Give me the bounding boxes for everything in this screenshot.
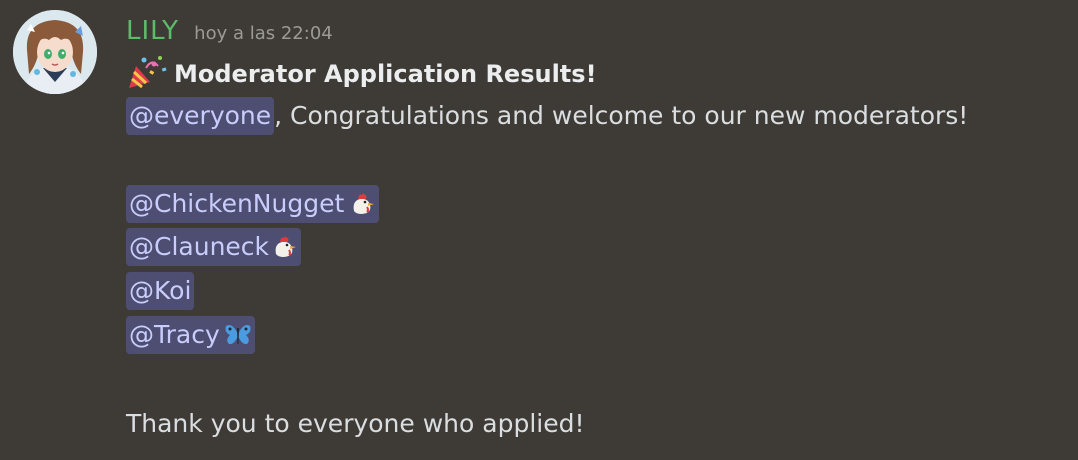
closing-text: Thank you to everyone who applied! (126, 409, 585, 438)
everyone-line: @everyone, Congratulations and welcome t… (126, 96, 968, 136)
mention-tracy[interactable]: @Tracy (126, 316, 255, 354)
message-header: LILY hoy a las 22:04 (126, 13, 333, 49)
butterfly-icon (224, 320, 252, 348)
mention-clauneck[interactable]: @Clauneck (126, 228, 302, 266)
party-popper-icon (126, 54, 170, 90)
announcement-title: Moderator Application Results! (174, 60, 597, 88)
rooster-icon (348, 189, 376, 217)
mention-koi[interactable]: @Koi (126, 272, 195, 310)
rooster-icon (270, 232, 298, 260)
closing-line: Thank you to everyone who applied! (126, 404, 584, 444)
mention-label: @ChickenNugget (129, 189, 345, 218)
mention-line-tracy: @Tracy (126, 315, 255, 355)
mention-line-chickennugget: @ChickenNugget (126, 184, 380, 224)
mention-label: @Clauneck (129, 232, 270, 261)
mention-chickennugget[interactable]: @ChickenNugget (126, 185, 380, 223)
announcement-title-line: Moderator Application Results! (126, 54, 597, 94)
mention-line-koi: @Koi (126, 271, 195, 311)
anime-girl-avatar-icon (13, 10, 97, 94)
mention-label: @Tracy (129, 320, 220, 349)
chat-message: LILY hoy a las 22:04 Moderator Applicati… (0, 0, 1078, 460)
mention-label: @Koi (129, 276, 192, 305)
user-avatar[interactable] (13, 10, 97, 94)
welcome-text: , Congratulations and welcome to our new… (274, 101, 969, 130)
mention-everyone[interactable]: @everyone (126, 97, 275, 135)
author-name[interactable]: LILY (126, 13, 179, 49)
mention-line-clauneck: @Clauneck (126, 227, 302, 267)
message-timestamp: hoy a las 22:04 (194, 23, 333, 44)
